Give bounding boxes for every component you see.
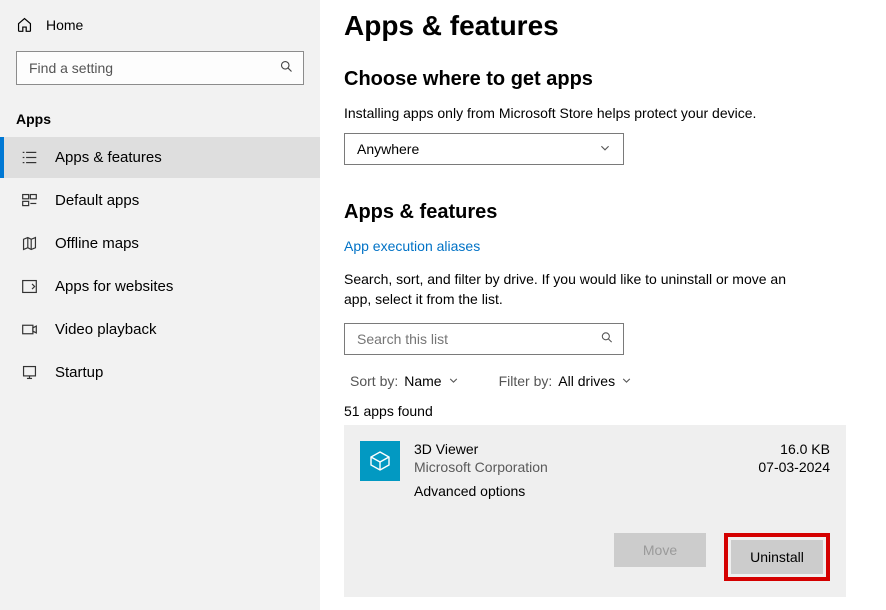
list-description: Search, sort, and filter by drive. If yo… xyxy=(344,270,814,309)
app-name: 3D Viewer xyxy=(414,441,758,457)
sidebar-section-label: Apps xyxy=(16,111,304,127)
sidebar-item-label: Default apps xyxy=(55,192,139,209)
source-help-text: Installing apps only from Microsoft Stor… xyxy=(344,105,846,121)
sidebar-item-apps-for-websites[interactable]: Apps for websites xyxy=(0,266,320,307)
apps-count: 51 apps found xyxy=(344,403,846,419)
sidebar-item-label: Startup xyxy=(55,364,103,381)
sidebar-item-label: Video playback xyxy=(55,321,156,338)
app-publisher: Microsoft Corporation xyxy=(414,459,758,475)
sort-by-value: Name xyxy=(404,373,441,389)
sidebar-item-video-playback[interactable]: Video playback xyxy=(0,309,320,350)
app-install-date: 07-03-2024 xyxy=(758,459,830,475)
sidebar-item-label: Apps & features xyxy=(55,149,162,166)
sort-by-label: Sort by: xyxy=(350,373,398,389)
home-icon xyxy=(16,16,33,33)
settings-search xyxy=(16,51,304,85)
filters-row: Sort by: Name Filter by: All drives xyxy=(344,373,846,389)
default-apps-icon xyxy=(20,192,38,209)
sidebar: Home Apps Apps & features Default apps O… xyxy=(0,0,320,610)
sidebar-item-label: Apps for websites xyxy=(55,278,173,295)
offline-maps-icon xyxy=(20,235,38,252)
sidebar-item-offline-maps[interactable]: Offline maps xyxy=(0,223,320,264)
sidebar-nav: Apps & features Default apps Offline map… xyxy=(0,137,320,393)
app-size: 16.0 KB xyxy=(758,441,830,457)
app-list-search xyxy=(344,323,624,355)
filter-by-label: Filter by: xyxy=(499,373,553,389)
apps-features-heading: Apps & features xyxy=(344,201,846,224)
startup-icon xyxy=(20,364,38,381)
apps-features-icon xyxy=(20,149,38,166)
advanced-options-link[interactable]: Advanced options xyxy=(414,483,525,499)
sort-by-control[interactable]: Sort by: Name xyxy=(350,373,459,389)
sidebar-item-startup[interactable]: Startup xyxy=(0,352,320,393)
chevron-down-icon xyxy=(599,141,611,157)
home-button[interactable]: Home xyxy=(0,10,320,39)
page-title: Apps & features xyxy=(344,10,846,42)
sidebar-item-default-apps[interactable]: Default apps xyxy=(0,180,320,221)
settings-search-input[interactable] xyxy=(16,51,304,85)
apps-websites-icon xyxy=(20,278,38,295)
app-execution-aliases-link[interactable]: App execution aliases xyxy=(344,238,480,254)
uninstall-highlight: Uninstall xyxy=(724,533,830,581)
app-source-value: Anywhere xyxy=(357,141,419,157)
source-heading: Choose where to get apps xyxy=(344,68,846,91)
app-list-search-input[interactable] xyxy=(344,323,624,355)
app-source-dropdown[interactable]: Anywhere xyxy=(344,133,624,165)
move-button: Move xyxy=(614,533,706,567)
chevron-down-icon xyxy=(448,373,459,389)
video-playback-icon xyxy=(20,321,38,338)
filter-by-control[interactable]: Filter by: All drives xyxy=(499,373,632,389)
chevron-down-icon xyxy=(621,373,632,389)
app-list-item[interactable]: 3D Viewer Microsoft Corporation Advanced… xyxy=(344,425,846,597)
filter-by-value: All drives xyxy=(558,373,615,389)
home-label: Home xyxy=(46,17,83,33)
app-icon xyxy=(360,441,400,481)
sidebar-item-label: Offline maps xyxy=(55,235,139,252)
main-content: Apps & features Choose where to get apps… xyxy=(320,0,886,610)
sidebar-item-apps-features[interactable]: Apps & features xyxy=(0,137,320,178)
uninstall-button[interactable]: Uninstall xyxy=(731,540,823,574)
